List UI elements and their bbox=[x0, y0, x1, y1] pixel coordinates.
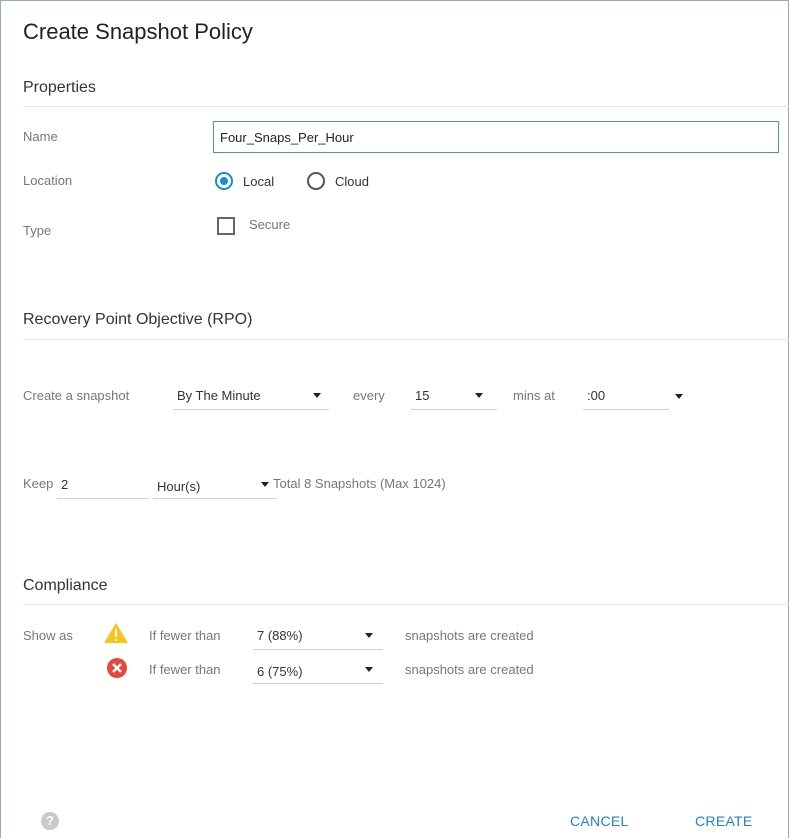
radio-cloud-label[interactable]: Cloud bbox=[335, 174, 369, 189]
properties-divider bbox=[23, 106, 789, 107]
error-threshold-value: 6 (75%) bbox=[257, 664, 303, 679]
start-minute-select[interactable]: :00 bbox=[583, 382, 669, 410]
chevron-down-icon[interactable] bbox=[675, 394, 683, 399]
name-label: Name bbox=[23, 129, 58, 144]
snapshots-created-label-1: snapshots are created bbox=[405, 628, 534, 643]
chevron-down-icon bbox=[365, 667, 373, 672]
radio-cloud[interactable] bbox=[307, 172, 325, 190]
show-as-label: Show as bbox=[23, 628, 73, 643]
keep-value: 2 bbox=[61, 477, 69, 492]
keep-label: Keep bbox=[23, 476, 54, 491]
radio-local[interactable] bbox=[215, 172, 233, 190]
create-snapshot-policy-dialog: Create Snapshot Policy Properties Name L… bbox=[0, 0, 789, 838]
location-label: Location bbox=[23, 173, 73, 188]
chevron-down-icon bbox=[313, 393, 321, 398]
chevron-down-icon bbox=[365, 633, 373, 638]
start-minute-value: :00 bbox=[587, 388, 606, 403]
secure-label[interactable]: Secure bbox=[249, 217, 290, 232]
help-icon[interactable]: ? bbox=[41, 812, 59, 830]
fewer-than-label-2: If fewer than bbox=[149, 662, 221, 677]
chevron-down-icon bbox=[261, 482, 269, 487]
snapshots-created-label-2: snapshots are created bbox=[405, 662, 534, 677]
keep-unit-select[interactable]: Hour(s) bbox=[153, 471, 277, 499]
compliance-heading: Compliance bbox=[23, 577, 108, 594]
cancel-button[interactable]: CANCEL bbox=[570, 813, 629, 829]
keep-input[interactable]: 2 bbox=[57, 471, 149, 499]
type-label: Type bbox=[23, 223, 52, 238]
dialog-title: Create Snapshot Policy bbox=[23, 19, 253, 44]
location-radio-group: Local Cloud bbox=[215, 170, 395, 192]
error-icon bbox=[107, 658, 127, 678]
every-label: every bbox=[353, 388, 385, 403]
keep-unit-value: Hour(s) bbox=[157, 479, 201, 494]
fewer-than-label-1: If fewer than bbox=[149, 628, 221, 643]
name-input[interactable] bbox=[213, 121, 779, 153]
create-snapshot-label: Create a snapshot bbox=[23, 388, 130, 403]
rpo-heading: Recovery Point Objective (RPO) bbox=[23, 311, 253, 328]
error-threshold-select[interactable]: 6 (75%) bbox=[253, 656, 383, 684]
warning-icon bbox=[104, 623, 128, 643]
secure-checkbox[interactable] bbox=[217, 217, 235, 235]
compliance-divider bbox=[23, 604, 789, 605]
warning-threshold-select[interactable]: 7 (88%) bbox=[253, 622, 383, 650]
properties-heading: Properties bbox=[23, 79, 96, 96]
frequency-select[interactable]: By The Minute bbox=[173, 382, 329, 410]
frequency-value: By The Minute bbox=[177, 388, 261, 403]
warning-threshold-value: 7 (88%) bbox=[257, 628, 303, 643]
chevron-down-icon bbox=[475, 393, 483, 398]
rpo-divider bbox=[23, 339, 789, 340]
mins-at-label: mins at bbox=[513, 388, 555, 403]
total-snapshots-text: Total 8 Snapshots (Max 1024) bbox=[273, 476, 446, 491]
create-button[interactable]: CREATE bbox=[695, 813, 753, 829]
interval-value: 15 bbox=[415, 388, 430, 403]
interval-select[interactable]: 15 bbox=[411, 382, 497, 410]
radio-local-label[interactable]: Local bbox=[243, 174, 274, 189]
